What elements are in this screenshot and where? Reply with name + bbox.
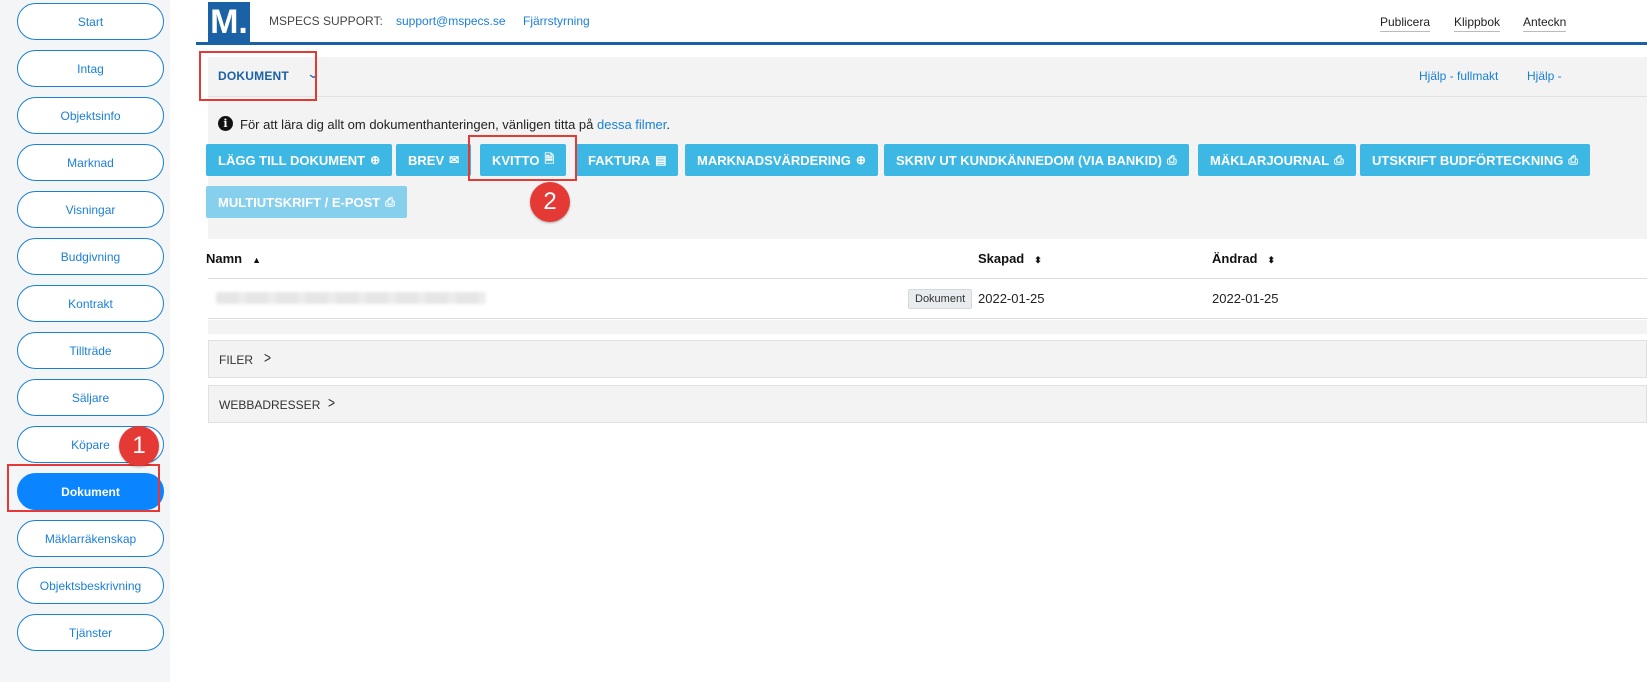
printer-icon: ⎙: [1167, 152, 1177, 167]
clipbook-link[interactable]: Klippbok: [1454, 15, 1501, 32]
broker-journal-button[interactable]: MÄKLARJOURNAL ⎙: [1198, 144, 1356, 176]
multi-print-email-button[interactable]: MULTIUTSKRIFT / E-POST ⎙: [206, 186, 407, 218]
section-bar: DOKUMENT ⌄ Hjälp - fullmakt Hjälp -: [208, 57, 1647, 97]
print-customer-knowledge-button[interactable]: SKRIV UT KUNDKÄNNEDOM (VIA BANKID) ⎙: [884, 144, 1189, 176]
document-name-blurred[interactable]: [216, 292, 486, 304]
sidebar-item-start[interactable]: Start: [17, 3, 164, 40]
document-type-badge: Dokument: [908, 289, 973, 309]
sort-icon[interactable]: ⬍: [1268, 255, 1276, 265]
add-document-button[interactable]: LÄGG TILL DOKUMENT ⊕: [206, 144, 393, 176]
document-table-header: Namn ▲ Skapad ⬍ Ändrad ⬍: [206, 239, 1647, 279]
column-name-header[interactable]: Namn ▲: [206, 251, 261, 266]
files-label: FILER: [219, 353, 254, 367]
sidebar-item-marknad[interactable]: Marknad: [17, 144, 164, 181]
letter-button[interactable]: BREV ✉: [396, 144, 472, 176]
column-changed-header[interactable]: Ändrad ⬍: [1212, 251, 1275, 266]
invoice-button[interactable]: FAKTURA ▤: [576, 144, 679, 176]
sort-up-icon[interactable]: ▲: [252, 255, 261, 265]
created-date: 2022-01-25: [978, 291, 1045, 306]
printer-icon: ⎙: [385, 194, 395, 209]
help-fullmakt-link[interactable]: Hjälp - fullmakt: [1419, 69, 1498, 83]
list-icon: ▤: [655, 153, 667, 167]
highlight-dokument-dropdown: [199, 51, 317, 101]
web-addresses-section[interactable]: WEBBADRESSER >: [208, 385, 1647, 423]
table-footer-spacer: [208, 320, 1647, 334]
market-valuation-button[interactable]: MARKNADSVÄRDERING ⊕: [685, 144, 878, 176]
printer-icon: ⎙: [1568, 152, 1578, 167]
table-row[interactable]: Dokument 2022-01-25 2022-01-25: [208, 279, 1647, 319]
sidebar-item-kontrakt[interactable]: Kontrakt: [17, 285, 164, 322]
sidebar-item-tjanster[interactable]: Tjänster: [17, 614, 164, 651]
sidebar-item-intag[interactable]: Intag: [17, 50, 164, 87]
notes-link[interactable]: Anteckn: [1523, 15, 1567, 32]
envelope-icon: ✉: [449, 153, 460, 167]
help-link[interactable]: Hjälp -: [1527, 69, 1562, 83]
files-section[interactable]: FILER >: [208, 340, 1647, 378]
changed-date: 2022-01-25: [1212, 291, 1279, 306]
sidebar-item-saljare[interactable]: Säljare: [17, 379, 164, 416]
mspecs-logo[interactable]: M.: [208, 2, 250, 42]
chevron-right-icon[interactable]: >: [264, 349, 271, 367]
sidebar-item-visningar[interactable]: Visningar: [17, 191, 164, 228]
highlight-dokument-sidebar: [7, 464, 160, 512]
step-badge-2: 2: [530, 182, 570, 222]
sidebar-item-objektsinfo[interactable]: Objektsinfo: [17, 97, 164, 134]
support-label: MSPECS SUPPORT:: [269, 14, 383, 28]
remote-control-link[interactable]: Fjärrstyrning: [523, 14, 590, 28]
sidebar-item-tilltrade[interactable]: Tillträde: [17, 332, 164, 369]
column-created-header[interactable]: Skapad ⬍: [978, 251, 1042, 266]
plus-circle-icon: ⊕: [855, 153, 866, 167]
web-addresses-label: WEBBADRESSER: [219, 398, 321, 412]
printer-icon: ⎙: [1334, 152, 1344, 167]
step-badge-1: 1: [119, 426, 159, 466]
chevron-right-icon[interactable]: >: [328, 394, 335, 412]
print-bid-list-button[interactable]: UTSKRIFT BUDFÖRTECKNING ⎙: [1360, 144, 1590, 176]
sidebar: Start Intag Objektsinfo Marknad Visninga…: [0, 0, 170, 682]
info-icon: i: [218, 116, 233, 131]
publish-link[interactable]: Publicera: [1380, 15, 1431, 32]
films-link[interactable]: dessa filmer: [597, 117, 666, 132]
plus-circle-icon: ⊕: [370, 153, 381, 167]
info-text: För att lära dig allt om dokumenthanteri…: [240, 117, 670, 132]
sidebar-item-maklarrakenskap[interactable]: Mäklarräkenskap: [17, 520, 164, 557]
sidebar-item-objektsbeskrivning[interactable]: Objektsbeskrivning: [17, 567, 164, 604]
sidebar-item-budgivning[interactable]: Budgivning: [17, 238, 164, 275]
document-actions-panel: i För att lära dig allt om dokumenthante…: [206, 97, 1647, 239]
highlight-kvitto-button: [468, 135, 577, 181]
top-header: M. MSPECS SUPPORT: support@mspecs.se Fjä…: [196, 0, 1647, 45]
sort-icon[interactable]: ⬍: [1034, 255, 1042, 265]
support-email-link[interactable]: support@mspecs.se: [396, 14, 506, 28]
